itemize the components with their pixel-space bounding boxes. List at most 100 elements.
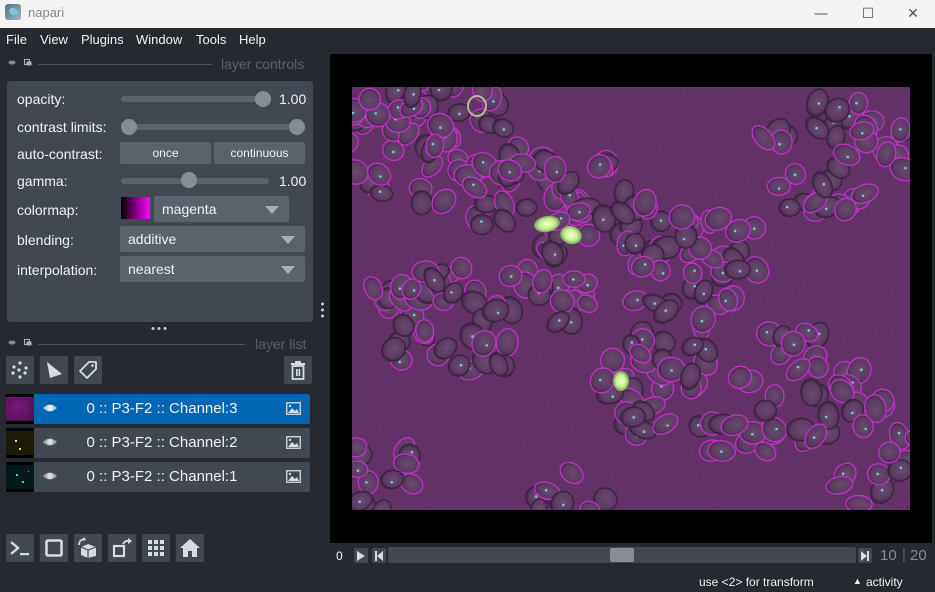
cyan-spot (899, 466, 903, 470)
delete-layer-button[interactable] (284, 356, 312, 384)
activity-arrow-icon[interactable]: ▲ (853, 576, 862, 586)
new-labels-layer-button[interactable] (74, 356, 102, 384)
cyan-spot (508, 171, 511, 174)
cyan-spot (598, 163, 602, 166)
close-button[interactable]: ✕ (890, 0, 935, 28)
cyan-spot (824, 415, 828, 419)
cyan-spot (431, 142, 435, 146)
points-icon (11, 361, 28, 379)
menu-plugins[interactable]: Plugins (81, 32, 124, 47)
dims-slider-handle[interactable] (610, 548, 634, 562)
menu-view[interactable]: View (40, 32, 68, 47)
layer-controls-header: layer controls (0, 56, 320, 72)
cyan-spot (693, 269, 696, 272)
reset-view-button[interactable] (176, 534, 204, 562)
menu-bar: File View Plugins Window Tools Help (0, 28, 935, 52)
cyan-spot (412, 93, 415, 96)
dims-slider[interactable] (388, 547, 856, 563)
cyan-spot (641, 338, 644, 341)
cyan-spot (481, 161, 485, 164)
roll-cube-icon (78, 537, 97, 558)
contrast-limits-slider[interactable] (121, 124, 301, 130)
window-title: napari (28, 5, 65, 20)
layer-thumbnail (6, 428, 34, 458)
cyan-spot (485, 344, 489, 347)
contrast-limits-low-handle[interactable] (121, 119, 137, 135)
contrast-limits-high-handle[interactable] (289, 119, 305, 135)
cyan-spot (775, 427, 778, 431)
cyan-spot (860, 368, 863, 372)
cell (778, 198, 801, 218)
cyan-spot (700, 319, 704, 323)
maximize-button[interactable]: ☐ (845, 0, 891, 28)
roll-dimensions-button[interactable] (74, 534, 102, 562)
vertical-splitter-handle[interactable] (151, 326, 167, 331)
layer-row-channel-2[interactable]: 0 :: P3-F2 :: Channel:2 (6, 428, 310, 458)
cyan-spot (864, 427, 867, 431)
cyan-spot (398, 287, 402, 290)
transpose-icon (112, 538, 132, 558)
image-layer-render (352, 87, 910, 510)
minimize-button[interactable]: — (798, 0, 844, 28)
cyan-spot (598, 378, 602, 382)
float-panel-icon[interactable] (8, 59, 16, 66)
grid-view-button[interactable] (142, 534, 170, 562)
opacity-slider-handle[interactable] (255, 91, 271, 107)
cyan-spot (632, 416, 635, 419)
cyan-spot (897, 431, 901, 435)
console-button[interactable] (6, 534, 34, 562)
new-shapes-layer-button[interactable] (40, 356, 68, 384)
cyan-spot (693, 343, 697, 347)
blending-dropdown[interactable]: additive (120, 226, 305, 252)
cyan-spot (880, 488, 884, 492)
colormap-dropdown[interactable]: magenta (154, 196, 289, 222)
square-2d-icon (45, 539, 63, 557)
cyan-spot (753, 227, 756, 230)
horizontal-splitter-handle[interactable] (320, 302, 325, 318)
cyan-spot (664, 309, 667, 312)
new-points-layer-button[interactable] (6, 356, 34, 384)
cyan-spot (374, 112, 377, 115)
transpose-dimensions-button[interactable] (108, 534, 136, 562)
layer-row-channel-1[interactable]: 0 :: P3-F2 :: Channel:1 (6, 462, 310, 492)
opacity-slider[interactable] (121, 96, 263, 102)
viewer-canvas[interactable] (330, 54, 932, 543)
menu-tools[interactable]: Tools (196, 32, 226, 47)
layer-row-channel-3[interactable]: 0 :: P3-F2 :: Channel:3 (6, 394, 310, 424)
menu-file[interactable]: File (6, 32, 27, 47)
cyan-spot (817, 102, 821, 105)
play-button[interactable] (354, 548, 368, 563)
layer-thumbnail (6, 462, 34, 492)
step-forward-button[interactable] (858, 548, 872, 563)
interpolation-dropdown[interactable]: nearest (120, 256, 305, 282)
cyan-spot (899, 128, 902, 131)
layer-name: 0 :: P3-F2 :: Channel:2 (86, 434, 238, 451)
cyan-spot (751, 432, 754, 436)
menu-window[interactable]: Window (136, 32, 182, 47)
activity-button[interactable]: activity (866, 575, 903, 589)
current-frame[interactable]: 10 (880, 547, 897, 564)
cyan-spot (653, 302, 656, 305)
close-panel-icon[interactable] (24, 59, 32, 66)
cyan-spot (412, 107, 416, 110)
cyan-spot (555, 170, 559, 174)
float-panel-icon[interactable] (8, 339, 16, 346)
auto-contrast-continuous-button[interactable]: continuous (214, 142, 305, 164)
cyan-spot (562, 503, 565, 507)
close-panel-icon[interactable] (24, 339, 32, 346)
cyan-spot (861, 194, 865, 198)
step-back-button[interactable] (372, 548, 386, 563)
chevron-down-icon (265, 206, 279, 214)
cyan-spot (559, 217, 563, 220)
menu-help[interactable]: Help (239, 32, 266, 47)
gamma-slider-handle[interactable] (181, 172, 198, 188)
cell (766, 176, 792, 196)
cyan-spot (704, 347, 707, 351)
cyan-spot (824, 207, 828, 211)
cyan-spot (822, 182, 826, 186)
cell (543, 155, 567, 184)
tag-icon (79, 361, 97, 379)
cell (878, 441, 901, 464)
auto-contrast-once-button[interactable]: once (120, 142, 211, 164)
ndisplay-button[interactable] (40, 534, 68, 562)
